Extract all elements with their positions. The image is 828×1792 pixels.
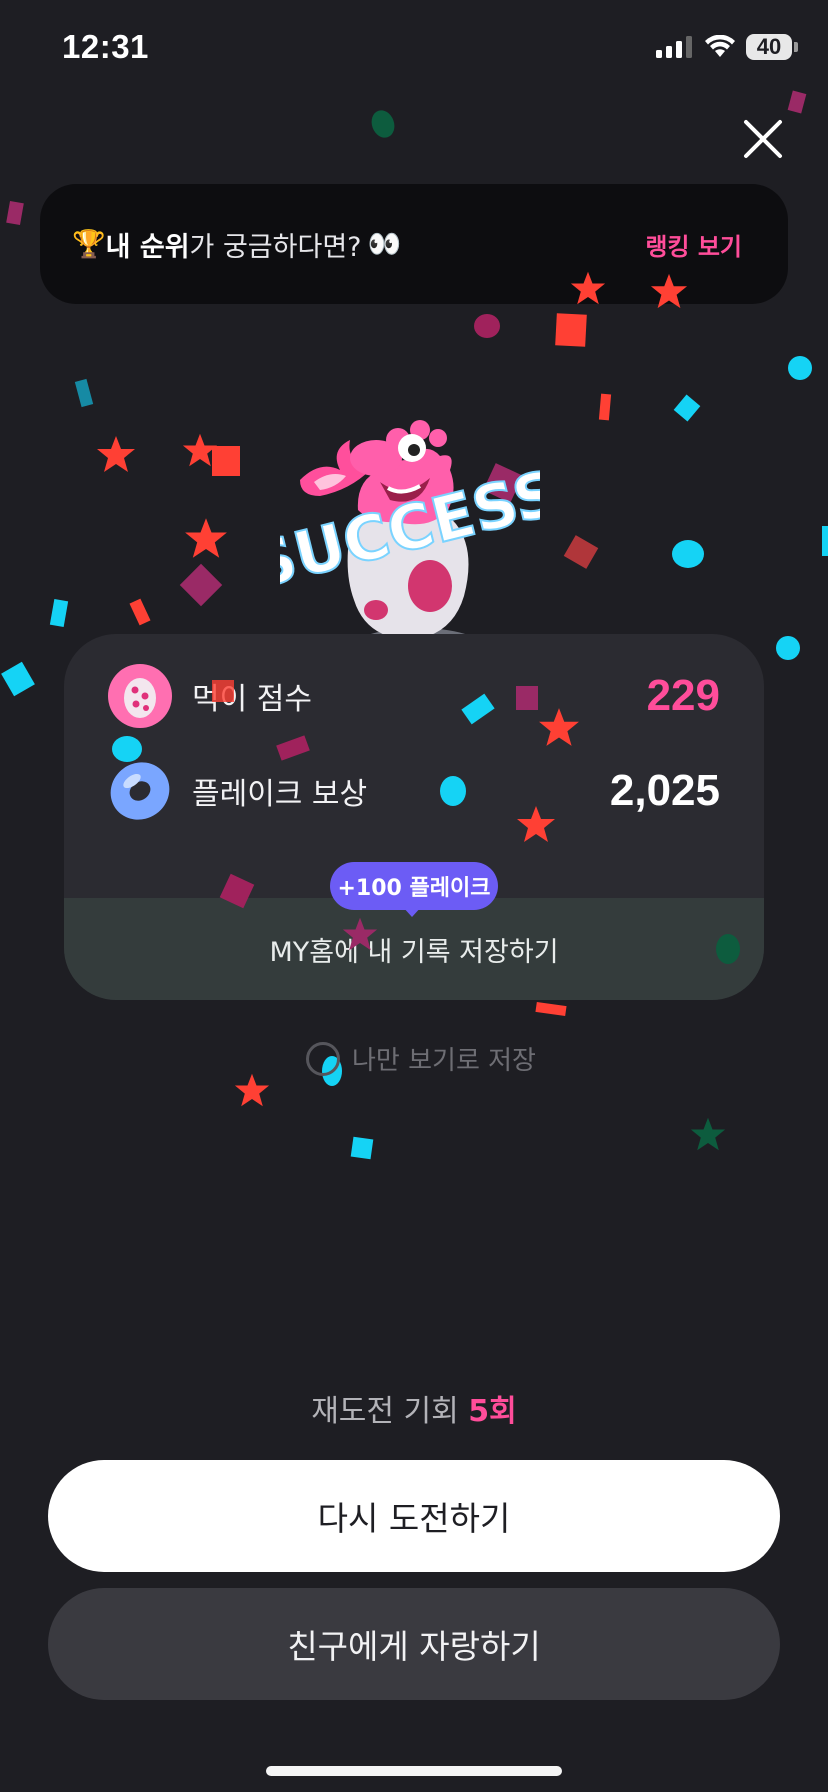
- reward-row: 플레이크 보상 2,025: [108, 757, 720, 825]
- confetti-star: [690, 1117, 726, 1151]
- confetti-star: [342, 917, 378, 951]
- confetti: [440, 776, 466, 806]
- rank-text: 🏆 내 순위 가 궁금하다면? 👀: [72, 225, 401, 264]
- confetti: [212, 680, 234, 702]
- private-save-label: 나만 보기로 저장: [352, 1046, 536, 1076]
- confetti-star: [570, 271, 606, 305]
- confetti: [367, 107, 399, 141]
- confetti-star: [650, 273, 688, 309]
- close-icon[interactable]: [740, 116, 786, 162]
- bonus-badge-tail: [402, 906, 422, 917]
- retry-button[interactable]: 다시 도전하기: [48, 1460, 780, 1572]
- confetti: [822, 526, 828, 556]
- confetti: [787, 90, 807, 114]
- confetti: [776, 636, 800, 660]
- confetti: [474, 314, 500, 338]
- confetti: [555, 313, 587, 347]
- battery-icon: 40: [746, 34, 792, 60]
- wifi-icon: [705, 35, 735, 57]
- confetti-star: [517, 806, 555, 842]
- confetti: [1, 661, 35, 697]
- confetti: [6, 200, 24, 226]
- confetti: [788, 356, 812, 380]
- confetti: [112, 736, 142, 762]
- confetti: [179, 563, 223, 607]
- retry-prefix: 재도전 기회: [311, 1394, 459, 1429]
- share-button[interactable]: 친구에게 자랑하기: [48, 1588, 780, 1700]
- bonus-flake-badge: +100 플레이크: [330, 862, 498, 910]
- retry-count: 5회: [468, 1394, 517, 1429]
- signal-icon: [656, 36, 692, 58]
- ranking-link[interactable]: 랭킹 보기: [645, 227, 742, 262]
- result-card: 먹이 점수 229 플레이크 보상 2,025 MY홈에 내 기록 저장하기: [64, 634, 764, 1000]
- confetti: [129, 598, 151, 626]
- score-value: 229: [646, 671, 720, 720]
- confetti: [516, 686, 538, 710]
- flake-icon: [110, 762, 170, 820]
- confetti-star: [182, 433, 218, 467]
- reward-value: 2,025: [609, 766, 720, 815]
- confetti: [49, 598, 69, 628]
- status-icons: 40: [656, 34, 798, 60]
- confetti: [563, 535, 599, 569]
- confetti-star: [97, 436, 135, 472]
- retry-count-text: 재도전 기회 5회: [0, 1386, 828, 1430]
- confetti-star: [185, 518, 227, 558]
- home-indicator: [266, 1766, 562, 1776]
- egg-icon: [108, 664, 172, 728]
- confetti: [672, 540, 704, 568]
- battery-tip: [794, 42, 798, 52]
- save-to-home-label: MY홈에 내 기록 저장하기: [269, 936, 559, 968]
- private-save-option[interactable]: 나만 보기로 저장: [306, 1040, 536, 1077]
- trophy-icon: 🏆: [72, 229, 106, 260]
- confetti-star: [539, 708, 579, 746]
- confetti: [598, 393, 612, 421]
- eyes-icon: 👀: [367, 229, 402, 260]
- rank-rest-text: 가 궁금하다면?: [189, 231, 362, 263]
- confetti-star: [234, 1073, 270, 1107]
- confetti: [535, 1001, 567, 1017]
- radio-icon[interactable]: [306, 1041, 340, 1076]
- confetti: [673, 394, 701, 422]
- confetti: [716, 934, 740, 964]
- confetti: [74, 378, 94, 408]
- status-time: 12:31: [62, 28, 149, 65]
- confetti: [350, 1136, 374, 1160]
- rank-bold-text: 내 순위: [105, 231, 190, 263]
- score-row: 먹이 점수 229: [108, 662, 720, 730]
